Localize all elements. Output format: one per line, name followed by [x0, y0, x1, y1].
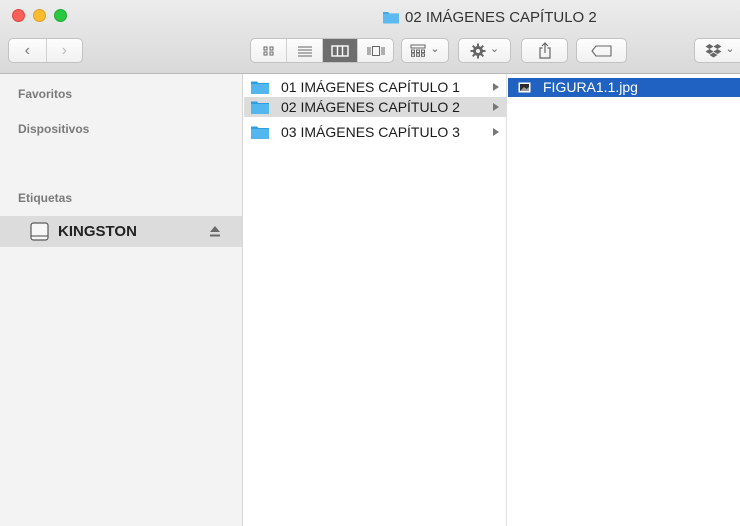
columns-icon: [331, 44, 349, 57]
gear-icon: [470, 43, 486, 58]
finder-window: 02 IMÁGENES CAPÍTULO 2 ‹ › ⌄ ⌄ ⌄ Favorit…: [0, 0, 740, 526]
title-toolbar-bar: 02 IMÁGENES CAPÍTULO 2 ‹ › ⌄ ⌄ ⌄: [0, 0, 740, 74]
dropbox-menu-button[interactable]: ⌄: [694, 38, 740, 63]
folder-row-capitulo-2[interactable]: 02 IMÁGENES CAPÍTULO 2: [244, 97, 507, 117]
tag-icon: [590, 44, 612, 57]
folder-icon: [251, 81, 269, 94]
close-window-button[interactable]: [12, 9, 25, 22]
sidebar-heading-favorites[interactable]: Favoritos: [18, 87, 72, 101]
chevron-down-icon: ⌄: [489, 42, 500, 55]
folder-icon: [251, 101, 269, 114]
sidebar-item-kingston[interactable]: KINGSTON: [0, 216, 242, 247]
arrange-grid-icon: [410, 44, 426, 57]
file-column: FIGURA1.1.jpg: [508, 74, 740, 526]
image-file-icon: [518, 82, 531, 93]
folder-label: 02 IMÁGENES CAPÍTULO 2: [281, 99, 460, 115]
window-controls: [12, 9, 67, 22]
window-title-text: 02 IMÁGENES CAPÍTULO 2: [405, 8, 597, 26]
forward-button[interactable]: ›: [45, 39, 83, 62]
chevron-down-icon: ⌄: [725, 42, 735, 55]
folder-row-capitulo-1[interactable]: 01 IMÁGENES CAPÍTULO 1: [244, 77, 507, 97]
edit-tags-button[interactable]: [576, 38, 627, 63]
dropbox-icon: [705, 44, 722, 58]
chevron-left-icon: ‹: [24, 41, 30, 59]
title-folder-icon: [383, 12, 399, 24]
eject-icon[interactable]: [209, 225, 221, 238]
minimize-window-button[interactable]: [33, 9, 46, 22]
icon-view-button[interactable]: [251, 39, 286, 62]
navigation-buttons: ‹ ›: [8, 38, 83, 63]
chevron-down-icon: ⌄: [430, 42, 440, 55]
zoom-window-button[interactable]: [54, 9, 67, 22]
list-view-button[interactable]: [286, 39, 322, 62]
gallery-view-button[interactable]: [357, 39, 393, 62]
disclosure-arrow-icon: [493, 83, 499, 91]
action-menu-button[interactable]: ⌄: [458, 38, 511, 63]
file-label: FIGURA1.1.jpg: [543, 79, 638, 95]
sidebar-item-label: KINGSTON: [58, 223, 137, 240]
list-lines-icon: [297, 46, 312, 56]
sidebar-heading-devices[interactable]: Dispositivos: [18, 122, 89, 136]
column-view-button[interactable]: [321, 39, 358, 62]
folder-label: 01 IMÁGENES CAPÍTULO 1: [281, 79, 460, 95]
folder-row-capitulo-3[interactable]: 03 IMÁGENES CAPÍTULO 3: [244, 122, 507, 142]
disclosure-arrow-icon: [493, 103, 499, 111]
external-drive-icon: [30, 222, 49, 241]
share-button[interactable]: [521, 38, 568, 63]
sidebar: Favoritos Dispositivos KINGSTON Etiqueta…: [0, 74, 243, 526]
window-title: 02 IMÁGENES CAPÍTULO 2: [382, 6, 597, 28]
back-button[interactable]: ‹: [9, 39, 46, 62]
cover-flow-icon: [367, 45, 385, 56]
view-mode-selector: [250, 38, 394, 63]
share-icon: [538, 42, 551, 59]
sidebar-heading-tags[interactable]: Etiquetas: [18, 191, 72, 205]
file-row-figura-1-1[interactable]: FIGURA1.1.jpg: [508, 78, 740, 97]
chevron-right-icon: ›: [61, 41, 67, 59]
disclosure-arrow-icon: [493, 128, 499, 136]
folder-column: 01 IMÁGENES CAPÍTULO 1 02 IMÁGENES CAPÍT…: [244, 74, 507, 526]
arrange-menu-button[interactable]: ⌄: [401, 38, 449, 63]
folder-icon: [251, 126, 269, 139]
folder-label: 03 IMÁGENES CAPÍTULO 3: [281, 124, 460, 140]
icon-grid-icon: [263, 46, 274, 55]
